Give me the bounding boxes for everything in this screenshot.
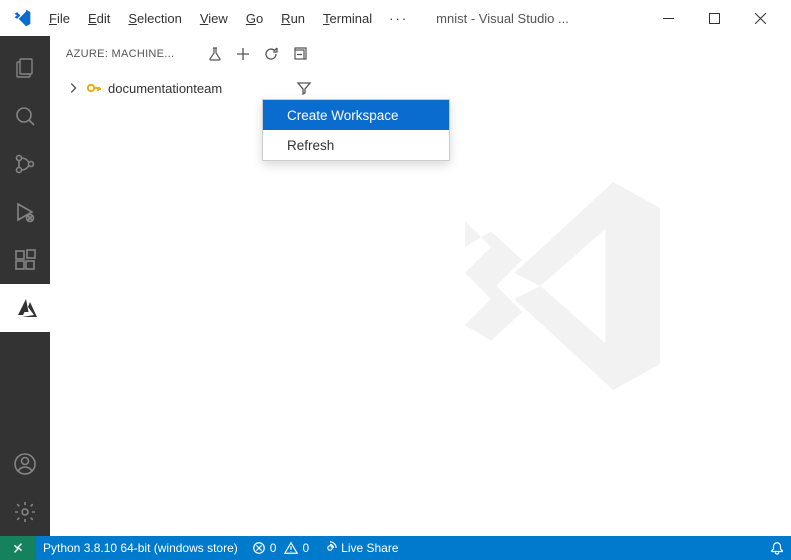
tree-item-label: documentationteam xyxy=(108,81,222,96)
accounts-icon[interactable] xyxy=(0,440,50,488)
menu-overflow[interactable]: ··· xyxy=(381,7,416,30)
live-share-icon xyxy=(323,541,337,555)
beaker-icon[interactable] xyxy=(204,43,226,65)
source-control-icon[interactable] xyxy=(0,140,50,188)
status-live-share[interactable]: Live Share xyxy=(316,536,405,560)
status-problems[interactable]: 0 0 xyxy=(245,536,316,560)
menu-bar: File Edit Selection View Go Run Terminal… xyxy=(40,7,416,30)
explorer-icon[interactable] xyxy=(0,44,50,92)
window-controls xyxy=(645,0,783,36)
remote-indicator[interactable] xyxy=(0,536,36,560)
azure-icon[interactable] xyxy=(0,284,50,332)
live-share-label: Live Share xyxy=(341,541,398,555)
chevron-right-icon xyxy=(66,81,80,95)
title-bar: File Edit Selection View Go Run Terminal… xyxy=(0,0,791,36)
extensions-icon[interactable] xyxy=(0,236,50,284)
activity-bar xyxy=(0,36,50,536)
tree-item-subscription[interactable]: documentationteam xyxy=(58,76,312,100)
filter-icon[interactable] xyxy=(296,80,312,96)
search-icon[interactable] xyxy=(0,92,50,140)
error-count: 0 xyxy=(270,541,277,555)
vscode-logo-icon xyxy=(12,8,32,28)
status-bar: Python 3.8.10 64-bit (windows store) 0 0… xyxy=(0,536,791,560)
menu-go[interactable]: Go xyxy=(237,7,272,30)
refresh-icon[interactable] xyxy=(260,43,282,65)
warning-icon xyxy=(284,541,298,555)
menu-selection[interactable]: Selection xyxy=(119,7,190,30)
context-menu-create-workspace[interactable]: Create Workspace xyxy=(263,100,449,130)
vscode-watermark-icon xyxy=(426,156,686,416)
minimize-button[interactable] xyxy=(645,0,691,36)
window-title: mnist - Visual Studio ... xyxy=(416,11,645,26)
bell-icon xyxy=(770,541,784,555)
menu-file[interactable]: File xyxy=(40,7,79,30)
sidebar-title: AZURE: MACHINE... xyxy=(66,48,198,60)
menu-edit[interactable]: Edit xyxy=(79,7,119,30)
warning-count: 0 xyxy=(302,541,309,555)
settings-gear-icon[interactable] xyxy=(0,488,50,536)
sidebar-header: AZURE: MACHINE... xyxy=(50,36,320,72)
maximize-button[interactable] xyxy=(691,0,737,36)
status-notifications[interactable] xyxy=(763,536,791,560)
close-button[interactable] xyxy=(737,0,783,36)
context-menu: Create Workspace Refresh xyxy=(262,99,450,161)
status-python[interactable]: Python 3.8.10 64-bit (windows store) xyxy=(36,536,245,560)
error-icon xyxy=(252,541,266,555)
menu-run[interactable]: Run xyxy=(272,7,314,30)
main-area: AZURE: MACHINE... documen xyxy=(0,36,791,536)
menu-terminal[interactable]: Terminal xyxy=(314,7,381,30)
menu-view[interactable]: View xyxy=(191,7,237,30)
run-debug-icon[interactable] xyxy=(0,188,50,236)
key-icon xyxy=(86,80,102,96)
context-menu-refresh[interactable]: Refresh xyxy=(263,130,449,160)
collapse-all-icon[interactable] xyxy=(288,43,310,65)
add-icon[interactable] xyxy=(232,43,254,65)
